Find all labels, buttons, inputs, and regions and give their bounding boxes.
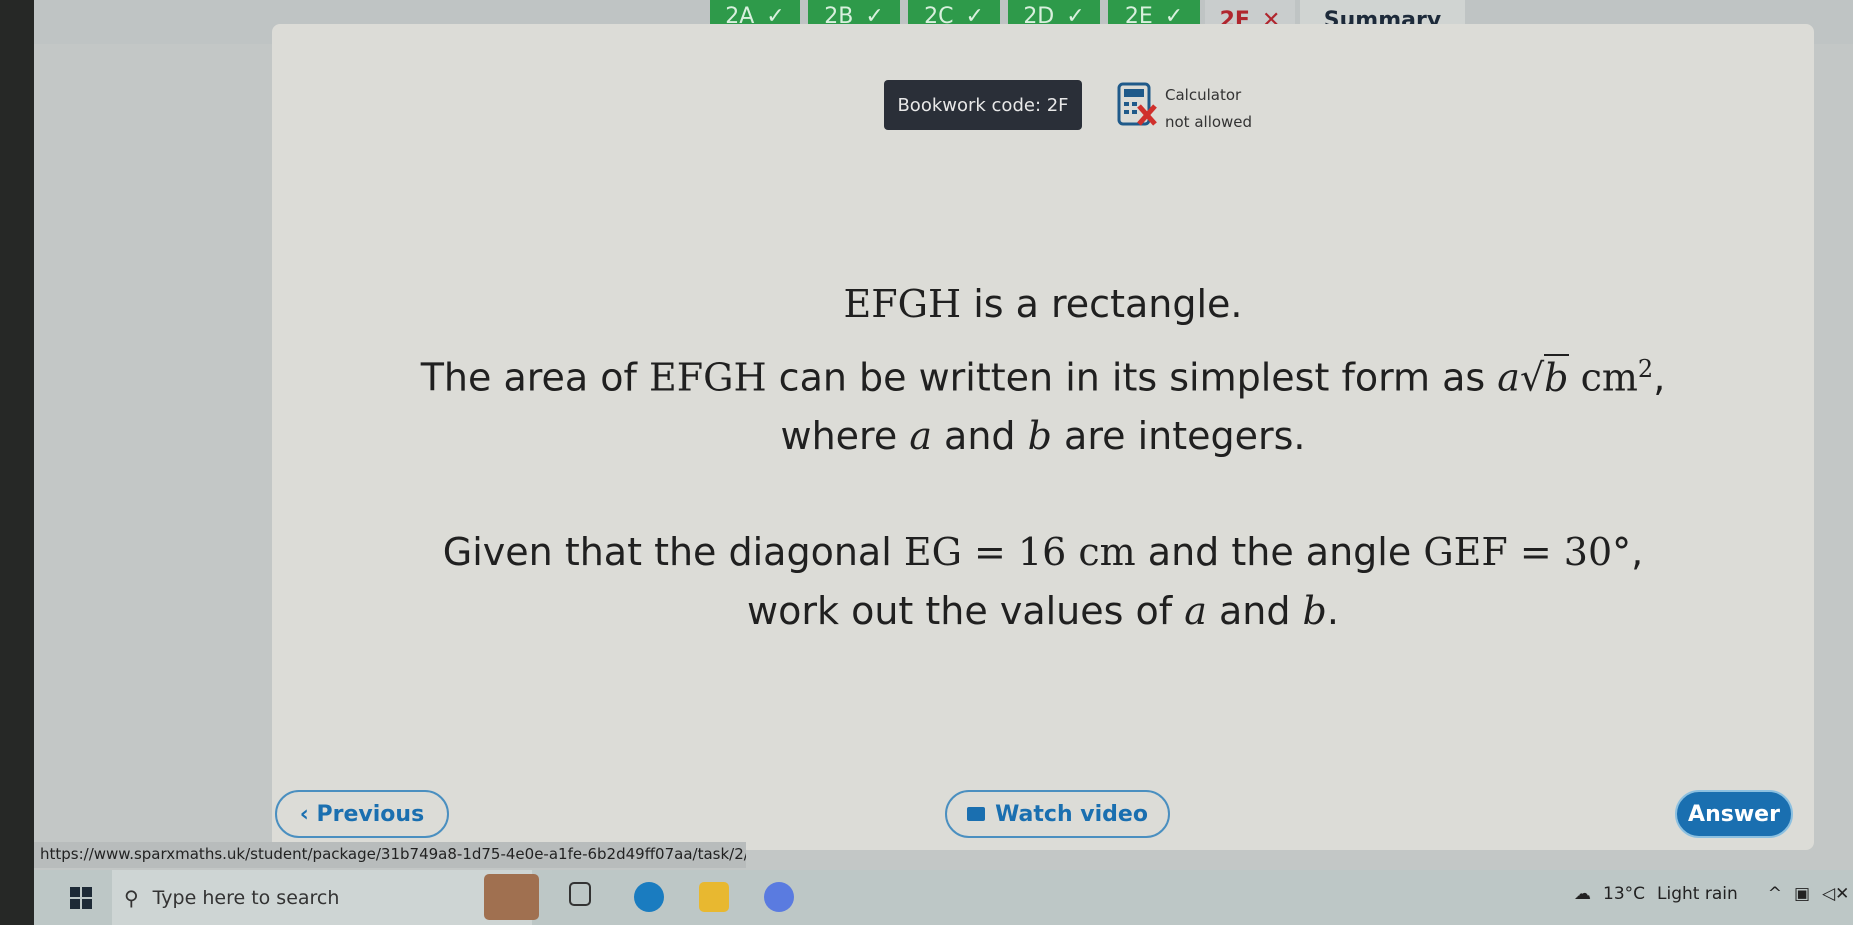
- math: EFGH: [648, 355, 767, 400]
- text: and: [931, 414, 1028, 458]
- file-explorer-icon[interactable]: [699, 882, 729, 912]
- text: ,: [1653, 355, 1666, 400]
- calculator-label: Calculator: [1165, 86, 1242, 104]
- rain-cloud-icon: ☁: [1574, 884, 1591, 904]
- text: Given that the diagonal: [442, 530, 904, 574]
- task-view-icon[interactable]: [569, 882, 591, 906]
- windows-start-icon[interactable]: [70, 887, 92, 909]
- edge-icon[interactable]: [634, 882, 664, 912]
- text: are integers.: [1051, 414, 1306, 458]
- answer-button[interactable]: Answer: [1675, 790, 1793, 838]
- status-url: https://www.sparxmaths.uk/student/packag…: [34, 842, 746, 868]
- bookwork-code: Bookwork code: 2F: [884, 80, 1082, 130]
- search-highlight-icon[interactable]: [484, 874, 539, 920]
- math: b: [1302, 589, 1327, 633]
- math: EG = 16 cm: [903, 530, 1136, 574]
- chevron-up-icon[interactable]: ^: [1768, 884, 1782, 904]
- math: 2: [1637, 355, 1654, 383]
- math: EFGH: [843, 282, 962, 326]
- copilot-icon[interactable]: [764, 882, 794, 912]
- calculator-not-allowed-icon: [1117, 82, 1157, 126]
- math: a: [909, 414, 932, 458]
- button-label: Previous: [316, 801, 425, 827]
- sqrt-symbol: √: [1519, 355, 1545, 400]
- watch-video-button[interactable]: Watch video: [945, 790, 1170, 838]
- text: where: [780, 414, 910, 458]
- text: ,: [1631, 530, 1644, 574]
- taskbar-search[interactable]: ⚲ Type here to search: [112, 870, 532, 925]
- weather-widget[interactable]: ☁ 13°C Light rain ^ ▣ ◁✕: [1574, 884, 1849, 904]
- previous-button[interactable]: ‹ Previous: [275, 790, 449, 838]
- text: and the angle: [1135, 530, 1424, 574]
- temperature: 13°C: [1603, 884, 1646, 904]
- button-label: Watch video: [995, 801, 1148, 827]
- math: b: [1544, 353, 1569, 400]
- math: GEF = 30°: [1423, 530, 1632, 574]
- screen-bezel: [0, 0, 34, 925]
- search-icon: ⚲: [124, 885, 139, 910]
- question-line-3: where a and b are integers.: [272, 414, 1814, 458]
- camera-icon[interactable]: ▣: [1794, 884, 1810, 904]
- video-icon: [967, 807, 986, 821]
- math: cm: [1580, 355, 1638, 400]
- text: can be written in its simplest form as: [766, 355, 1498, 400]
- question-line-5: work out the values of a and b.: [272, 589, 1814, 633]
- calculator-status: not allowed: [1165, 113, 1253, 131]
- math: a: [1497, 355, 1520, 400]
- math: b: [1027, 414, 1052, 458]
- speaker-muted-icon[interactable]: ◁✕: [1822, 884, 1849, 904]
- text: .: [1326, 589, 1339, 633]
- weather-desc: Light rain: [1657, 884, 1738, 904]
- taskbar: ⚲ Type here to search ☁ 13°C Light rain ^ ▣ ◁✕: [34, 870, 1853, 925]
- chevron-left-icon: ‹: [299, 801, 317, 827]
- text: The area of: [420, 355, 649, 400]
- search-placeholder: Type here to search: [152, 886, 340, 909]
- question-line-1: EFGH is a rectangle.: [272, 282, 1814, 326]
- question-line-4: Given that the diagonal EG = 16 cm and t…: [272, 530, 1814, 574]
- question-line-2: The area of EFGH can be written in its s…: [272, 353, 1814, 400]
- text: is a rectangle.: [961, 282, 1243, 326]
- math: a: [1184, 589, 1207, 633]
- text: work out the values of: [747, 589, 1185, 633]
- text: and: [1206, 589, 1303, 633]
